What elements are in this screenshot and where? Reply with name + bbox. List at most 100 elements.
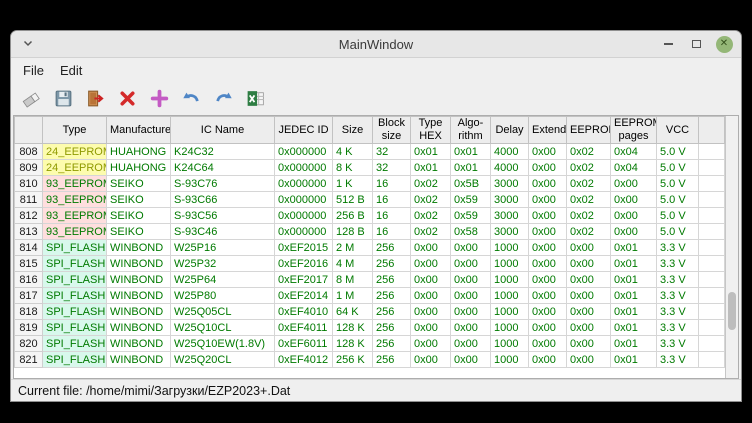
cell-eeprom[interactable]: 0x02 — [567, 144, 611, 160]
col-header-type-hex[interactable]: Type HEX — [411, 117, 451, 144]
cell-algorithm[interactable]: 0x01 — [451, 160, 491, 176]
cell-extend[interactable]: 0x00 — [529, 160, 567, 176]
cell-jedec-id[interactable]: 0xEF2015 — [275, 240, 333, 256]
minimize-button[interactable] — [659, 35, 677, 53]
cell-size[interactable]: 4 K — [333, 144, 373, 160]
cell-jedec-id[interactable]: 0x000000 — [275, 160, 333, 176]
cell-block-size[interactable]: 32 — [373, 160, 411, 176]
cell-type[interactable]: 24_EEPROM — [43, 160, 107, 176]
cell-size[interactable]: 128 K — [333, 320, 373, 336]
cell-eeprom-pages[interactable]: 0x04 — [611, 144, 657, 160]
cell-type[interactable]: 93_EEPROM — [43, 192, 107, 208]
cell-type[interactable]: 93_EEPROM — [43, 208, 107, 224]
cell-type[interactable]: SPI_FLASH — [43, 256, 107, 272]
cell-type-hex[interactable]: 0x02 — [411, 192, 451, 208]
cell-delay[interactable]: 3000 — [491, 208, 529, 224]
cell-eeprom[interactable]: 0x00 — [567, 288, 611, 304]
cell-delay[interactable]: 1000 — [491, 352, 529, 368]
table-row[interactable]: 817SPI_FLASHWINBONDW25P800xEF20141 M2560… — [15, 288, 725, 304]
cell-eeprom[interactable]: 0x00 — [567, 320, 611, 336]
cell-eeprom[interactable]: 0x00 — [567, 304, 611, 320]
cell-type-hex[interactable]: 0x01 — [411, 144, 451, 160]
cell-jedec-id[interactable]: 0xEF4012 — [275, 352, 333, 368]
cell-jedec-id[interactable]: 0xEF4010 — [275, 304, 333, 320]
cell-manufacture[interactable]: WINBOND — [107, 352, 171, 368]
maximize-button[interactable] — [687, 35, 705, 53]
cell-type[interactable]: SPI_FLASH — [43, 272, 107, 288]
cell-delay[interactable]: 4000 — [491, 144, 529, 160]
cell-type-hex[interactable]: 0x00 — [411, 336, 451, 352]
cell-eeprom[interactable]: 0x02 — [567, 192, 611, 208]
cell-block-size[interactable]: 256 — [373, 272, 411, 288]
cell-eeprom-pages[interactable]: 0x01 — [611, 352, 657, 368]
cell-extend[interactable]: 0x00 — [529, 336, 567, 352]
cell-vcc[interactable]: 3.3 V — [657, 256, 699, 272]
row-number[interactable]: 810 — [15, 176, 43, 192]
cell-block-size[interactable]: 32 — [373, 144, 411, 160]
cell-eeprom-pages[interactable]: 0x00 — [611, 224, 657, 240]
cell-algorithm[interactable]: 0x59 — [451, 192, 491, 208]
cell-type-hex[interactable]: 0x00 — [411, 272, 451, 288]
cell-manufacture[interactable]: SEIKO — [107, 192, 171, 208]
cell-size[interactable]: 8 M — [333, 272, 373, 288]
cell-block-size[interactable]: 256 — [373, 352, 411, 368]
cell-eeprom[interactable]: 0x00 — [567, 256, 611, 272]
redo-button[interactable] — [211, 86, 236, 111]
cell-type[interactable]: SPI_FLASH — [43, 320, 107, 336]
col-header-extend[interactable]: Extend — [529, 117, 567, 144]
cell-block-size[interactable]: 16 — [373, 224, 411, 240]
cell-extend[interactable]: 0x00 — [529, 272, 567, 288]
cell-type[interactable]: 93_EEPROM — [43, 176, 107, 192]
cell-algorithm[interactable]: 0x00 — [451, 240, 491, 256]
table-row[interactable]: 80824_EEPROMHUAHONGK24C320x0000004 K320x… — [15, 144, 725, 160]
cell-ic-name[interactable]: K24C32 — [171, 144, 275, 160]
cell-algorithm[interactable]: 0x00 — [451, 304, 491, 320]
cell-eeprom[interactable]: 0x00 — [567, 352, 611, 368]
col-header-algorithm[interactable]: Algo- rithm — [451, 117, 491, 144]
cell-manufacture[interactable]: WINBOND — [107, 272, 171, 288]
cell-eeprom-pages[interactable]: 0x01 — [611, 304, 657, 320]
cell-ic-name[interactable]: W25P16 — [171, 240, 275, 256]
cell-block-size[interactable]: 256 — [373, 336, 411, 352]
row-number[interactable]: 814 — [15, 240, 43, 256]
cell-vcc[interactable]: 5.0 V — [657, 208, 699, 224]
cell-extend[interactable]: 0x00 — [529, 144, 567, 160]
col-header-block-size[interactable]: Block size — [373, 117, 411, 144]
cell-eeprom-pages[interactable]: 0x01 — [611, 320, 657, 336]
cell-jedec-id[interactable]: 0x000000 — [275, 192, 333, 208]
row-number[interactable]: 808 — [15, 144, 43, 160]
cell-size[interactable]: 256 B — [333, 208, 373, 224]
cell-size[interactable]: 4 M — [333, 256, 373, 272]
window-menu-button[interactable] — [19, 35, 37, 53]
cell-algorithm[interactable]: 0x00 — [451, 288, 491, 304]
delete-button[interactable] — [115, 86, 140, 111]
cell-eeprom[interactable]: 0x00 — [567, 336, 611, 352]
cell-vcc[interactable]: 3.3 V — [657, 240, 699, 256]
save-button[interactable] — [51, 86, 76, 111]
cell-size[interactable]: 64 K — [333, 304, 373, 320]
cell-delay[interactable]: 1000 — [491, 272, 529, 288]
cell-jedec-id[interactable]: 0xEF2017 — [275, 272, 333, 288]
cell-block-size[interactable]: 256 — [373, 240, 411, 256]
cell-type-hex[interactable]: 0x00 — [411, 304, 451, 320]
cell-ic-name[interactable]: W25P32 — [171, 256, 275, 272]
row-number[interactable]: 811 — [15, 192, 43, 208]
cell-size[interactable]: 8 K — [333, 160, 373, 176]
cell-type[interactable]: SPI_FLASH — [43, 288, 107, 304]
cell-algorithm[interactable]: 0x00 — [451, 320, 491, 336]
cell-block-size[interactable]: 256 — [373, 304, 411, 320]
cell-jedec-id[interactable]: 0x000000 — [275, 176, 333, 192]
cell-block-size[interactable]: 16 — [373, 192, 411, 208]
cell-algorithm[interactable]: 0x5B — [451, 176, 491, 192]
cell-manufacture[interactable]: WINBOND — [107, 320, 171, 336]
cell-size[interactable]: 1 M — [333, 288, 373, 304]
add-button[interactable] — [147, 86, 172, 111]
cell-eeprom-pages[interactable]: 0x00 — [611, 176, 657, 192]
table-row[interactable]: 81293_EEPROMSEIKOS-93C560x000000256 B160… — [15, 208, 725, 224]
col-header-jedec-id[interactable]: JEDEC ID — [275, 117, 333, 144]
row-number[interactable]: 819 — [15, 320, 43, 336]
cell-block-size[interactable]: 16 — [373, 176, 411, 192]
cell-ic-name[interactable]: S-93C76 — [171, 176, 275, 192]
cell-type-hex[interactable]: 0x00 — [411, 256, 451, 272]
cell-manufacture[interactable]: SEIKO — [107, 176, 171, 192]
